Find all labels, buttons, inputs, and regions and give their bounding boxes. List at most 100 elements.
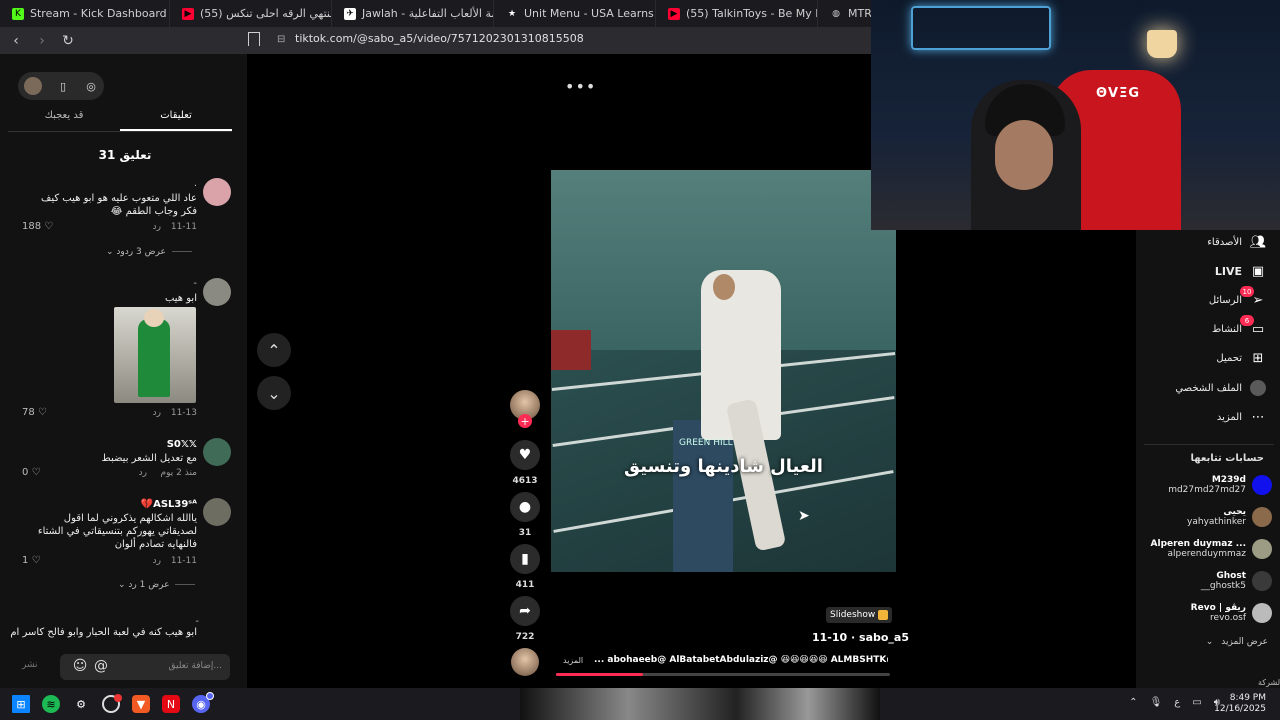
browser-tab-youtube-1[interactable]: ▶ (55) رابع صقر منتهي الرقه احلى تنكس [170,0,332,27]
notification-dot [114,694,122,702]
clock[interactable]: 8:49 PM 12/16/2025 [1214,693,1266,715]
chevron-down-icon: ⌄ [118,580,126,590]
avatar[interactable] [203,438,231,466]
chevron-down-icon: ⌄ [106,247,114,257]
nav-friends[interactable]: 👥︎ الأصدقاء [1207,232,1266,252]
comment-author[interactable]: - [193,278,197,289]
browser-tab-usalearns[interactable]: ★ Unit Menu - USA Learns [494,0,656,27]
video-progress-bar[interactable] [556,673,890,676]
forward-button[interactable]: › [32,31,52,51]
see-more-label: عرض المزيد [1221,637,1268,647]
creator-avatar[interactable] [511,648,539,676]
chevron-up-icon[interactable]: ⌃ [1129,697,1137,708]
like-count[interactable]: 0 ♡ [22,467,41,478]
tab-you-may-like[interactable]: قد يعجبك [8,110,120,131]
netflix-icon[interactable]: N [162,695,180,713]
following-account[interactable]: Ghost __ghostk5 [1201,568,1272,594]
show-replies[interactable]: ⌄ عرض 1 رد [118,580,196,590]
device-icon[interactable]: ▯ [56,79,70,93]
avatar[interactable] [24,77,42,95]
following-account[interactable]: يحيى yahyathinker [1187,504,1272,530]
video-author[interactable]: 11-10 · sabo_a5 [812,631,909,644]
discord-icon[interactable]: ◉ [192,692,214,713]
chair-logo: ΘVΞG [1096,86,1140,101]
account-handle: __ghostk5 [1200,581,1246,591]
spotify-icon[interactable]: ≋ [42,695,60,713]
nav-activity[interactable]: ▭ 6 النشاط [1212,315,1266,339]
tab-title: Unit Menu - USA Learns [524,7,654,20]
nav-more[interactable]: ⋯ المزيد [1217,407,1266,427]
steam-icon[interactable]: ⚙ [72,695,90,713]
comment-text: عاد اللي متعوب عليه هو ابو هيب كيف فكر و… [40,193,197,217]
comment-author[interactable]: ASL39ˢᴬ💔 [141,499,197,510]
tab-title: Jawlah - جولة | منصة الألعاب التفاعلية [362,7,493,20]
browser-tab-kick[interactable]: K Stream - Kick Dashboard [0,0,170,27]
company-link[interactable]: الشركة [1258,678,1280,687]
avatar [1252,603,1272,623]
site-info-icon[interactable]: ⊟ [277,34,285,45]
nav-upload[interactable]: ⊞ تحميل [1216,348,1266,368]
nav-messages[interactable]: ➢ 10 الرسائل [1209,286,1266,310]
browser-tab-jawlah[interactable]: ✈ Jawlah - جولة | منصة الألعاب التفاعلية [332,0,494,27]
bookmark-icon[interactable] [248,32,260,46]
avatar[interactable] [203,278,231,306]
following-account[interactable]: M239d md27md27md27 [1168,472,1272,498]
comment-sticker-image[interactable] [114,307,196,403]
like-count[interactable]: 1 ♡ [22,555,41,566]
following-account[interactable]: Alperen duymaz ... alperenduymmaz [1151,536,1272,562]
video-player[interactable]: GREEN HILL العيال شادينها وتنسيق [551,170,896,572]
reload-button[interactable]: ↻ [58,31,78,51]
streamer-face [995,120,1053,190]
following-account[interactable]: Revo | ريڤو revo.osf [1191,600,1272,626]
comment-date: 11-11 [170,222,197,232]
network-icon[interactable]: ▭ [1192,697,1201,708]
taskbar-tray: ⌃ 🎙︎ ع ▭ 🔊︎ 8:49 PM 12/16/2025 [880,688,1280,720]
browser-tab-youtube-2[interactable]: ▶ (55) TalkinToys - Be My First One (Off [656,0,818,27]
microphone-icon[interactable]: 🎙︎ [1150,697,1163,708]
more-options-icon[interactable]: ••• [565,77,596,96]
comment-date: 11-13 [170,408,197,418]
back-button[interactable]: ‹ [6,31,26,51]
reply-button[interactable]: رد [153,556,161,566]
see-more-button[interactable]: عرض المزيد ⌄ [1206,637,1268,647]
jawlah-icon: ✈ [344,7,356,20]
save-button[interactable]: ▮ [510,544,540,574]
like-count[interactable]: 188 ♡ [22,221,53,232]
previous-video-button[interactable]: ⌃ [257,333,291,367]
avatar [1252,507,1272,527]
tab-comments[interactable]: تعليقات [120,110,232,131]
windows-start-icon[interactable]: ⊞ [12,695,30,713]
reply-button[interactable]: رد [153,408,161,418]
like-button[interactable]: ♥ [510,440,540,470]
wallpaper-strip [520,688,880,720]
author-handle: sabo_a5 [859,631,910,644]
like-count[interactable]: 78 ♡ [22,407,47,418]
next-video-button[interactable]: ⌄ [257,376,291,410]
follow-plus-icon[interactable]: + [518,414,532,428]
comment-author[interactable]: . [194,178,197,189]
language-indicator[interactable]: ع [1174,697,1180,708]
like-count-value: 78 [22,407,35,418]
compass-icon[interactable]: ◎ [84,79,98,93]
share-button[interactable]: ➦ [510,596,540,626]
save-count: 411 [515,580,535,590]
settings-icon[interactable] [102,694,122,713]
comment-author[interactable]: S0𝕏𝕏 [167,439,197,450]
replies-label: عرض 1 رد [128,580,170,590]
avatar[interactable] [203,178,231,206]
url-field[interactable]: tiktok.com/@sabo_a5/video/75712023013108… [295,32,584,45]
mention-icon[interactable]: @ [93,658,109,674]
more-button[interactable]: المزيد [563,656,583,665]
emoji-icon[interactable]: ☺ [72,658,88,674]
clock-date: 12/16/2025 [1214,704,1266,714]
like-count-value: 0 [22,467,29,478]
comment-button[interactable]: ● [510,492,540,522]
nav-live[interactable]: ▣ LIVE [1215,261,1266,281]
nav-profile[interactable]: الملف الشخصي [1175,378,1266,398]
avatar[interactable] [203,498,231,526]
show-replies[interactable]: ⌄ عرض 3 ردود [106,247,192,257]
brave-browser-icon[interactable]: ▼ [132,695,150,713]
reply-button[interactable]: رد [153,222,161,232]
post-button[interactable]: نشر [22,660,38,670]
reply-button[interactable]: رد [139,468,147,478]
